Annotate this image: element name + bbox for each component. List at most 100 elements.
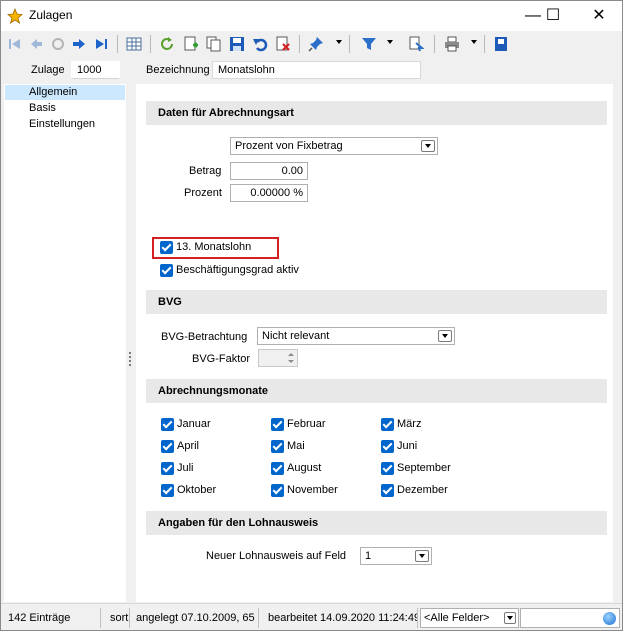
field-filter-value: <Alle Felder> [424,612,490,624]
panel-splitter[interactable] [126,58,136,602]
month-label: November [287,484,338,496]
month-label: August [287,462,322,474]
maximize-button[interactable]: ☐ [530,1,576,31]
betrag-field[interactable]: 0.00 [230,162,308,180]
month-checkbox-oktober[interactable] [161,484,174,497]
nav-item-allgemein[interactable]: Allgemein [5,85,125,100]
pin-dropdown-icon[interactable] [336,40,342,44]
month-label: Juli [177,462,194,474]
splitter-grip [129,364,131,366]
bvg-betrachtung-select[interactable]: Nicht relevant [257,327,455,345]
bvg-faktor-spinner[interactable] [258,349,298,367]
last-record-icon[interactable] [91,34,111,54]
chevron-down-icon[interactable] [438,330,452,342]
zulage-label: Zulage [31,64,65,76]
lohnausweis-feld-label: Neuer Lohnausweis auf Feld [206,550,347,562]
attachment-icon[interactable] [406,34,426,54]
delete-icon[interactable] [273,34,293,54]
first-record-icon[interactable] [5,34,25,54]
bvg-betrachtung-select-value: Nicht relevant [262,330,330,342]
month-checkbox-september[interactable] [381,462,394,475]
section-nav: Allgemein Basis Einstellungen [4,84,126,602]
zulage-number-field[interactable]: 1000 [71,61,120,79]
beschaeftigungsgrad-checkbox[interactable] [160,264,173,277]
toolbar-separator [150,35,151,53]
filter-dropdown-icon[interactable] [387,40,393,44]
reload-icon[interactable] [48,34,68,54]
month-checkbox-juli[interactable] [161,462,174,475]
lohnausweis-feld-select[interactable]: 1 [360,547,432,565]
toolbar-separator [349,35,350,53]
next-record-icon[interactable] [69,34,89,54]
month-label: April [177,440,200,452]
spin-down-icon[interactable] [288,360,294,363]
globe-search-icon[interactable] [603,612,616,625]
section-lohnausweis: Angaben für den Lohnausweis [146,511,607,535]
section-abrechnungsmonate: Abrechnungsmonate [146,379,607,403]
save-icon[interactable] [227,34,247,54]
refresh-icon[interactable] [157,34,177,54]
month-checkbox-august[interactable] [271,462,284,475]
vertical-scrollbar[interactable] [613,58,622,602]
close-button[interactable]: ✕ [576,1,622,31]
month-checkbox-november[interactable] [271,484,284,497]
toolbar-separator [484,35,485,53]
spin-up-icon[interactable] [288,353,294,356]
window-title: Zulagen [29,8,73,22]
lohnausweis-feld-select-value: 1 [365,550,372,562]
pin-icon[interactable] [306,34,326,54]
window: Zulagen — ☐ ✕ Zulage 1000 Allgemein Basi… [0,0,623,631]
app-logo-icon [7,7,23,24]
month-label: Oktober [177,484,217,496]
zulage-header: Zulage 1000 [1,58,125,82]
month-label: Januar [177,418,211,430]
bezeichnung-header: Bezeichnung Monatslohn [136,58,622,84]
export-icon[interactable] [491,34,511,54]
month-checkbox-dezember[interactable] [381,484,394,497]
betrag-label: Betrag [189,165,222,177]
month-checkbox-mai[interactable] [271,440,284,453]
form-content: Daten für Abrechnungsart Prozent von Fix… [136,84,613,602]
abrechnungsart-select[interactable]: Prozent von Fixbetrag [230,137,438,155]
filter-icon[interactable] [359,34,379,54]
sort-status: sortiert: [105,608,130,628]
month-checkbox-januar[interactable] [161,418,174,431]
splitter-grip [129,356,131,358]
table-view-icon[interactable] [124,34,144,54]
chevron-down-icon[interactable] [504,612,516,624]
chevron-down-icon[interactable] [421,140,435,152]
copy-record-icon[interactable] [204,34,224,54]
prozent-label: Prozent [184,187,222,199]
chevron-down-icon[interactable] [415,550,429,562]
highlight-box [152,237,279,259]
undo-icon[interactable] [250,34,270,54]
new-record-icon[interactable] [181,34,201,54]
title-bar: Zulagen — ☐ ✕ [1,1,622,31]
month-checkbox-juni[interactable] [381,440,394,453]
month-checkbox-februar[interactable] [271,418,284,431]
previous-record-icon[interactable] [26,34,46,54]
month-label: Mai [287,440,305,452]
section-bvg: BVG [146,290,607,314]
bezeichnung-label: Bezeichnung [146,64,210,76]
nav-item-basis[interactable]: Basis [5,101,125,116]
nav-item-einstellungen[interactable]: Einstellungen [5,117,125,132]
abrechnungsart-select-value: Prozent von Fixbetrag [235,140,343,152]
edited-info: bearbeitet 14.09.2020 11:24:49, 1 [263,608,418,628]
prozent-field[interactable]: 0.00000 % [230,184,308,202]
bvg-faktor-label: BVG-Faktor [192,353,251,365]
print-dropdown-icon[interactable] [471,40,477,44]
bezeichnung-field[interactable]: Monatslohn [212,61,421,79]
toolbar [1,31,622,58]
toolbar-separator [117,35,118,53]
print-icon[interactable] [442,34,462,54]
month-checkbox-april[interactable] [161,440,174,453]
field-filter-select[interactable]: <Alle Felder> [420,608,519,628]
month-checkbox-maerz[interactable] [381,418,394,431]
toolbar-separator [434,35,435,53]
month-label: Juni [397,440,418,452]
bvg-betrachtung-label: BVG-Betrachtung [161,331,248,343]
toolbar-separator [299,35,300,53]
status-bar: 142 Einträge sortiert: angelegt 07.10.20… [1,603,622,630]
search-input[interactable] [520,608,620,628]
